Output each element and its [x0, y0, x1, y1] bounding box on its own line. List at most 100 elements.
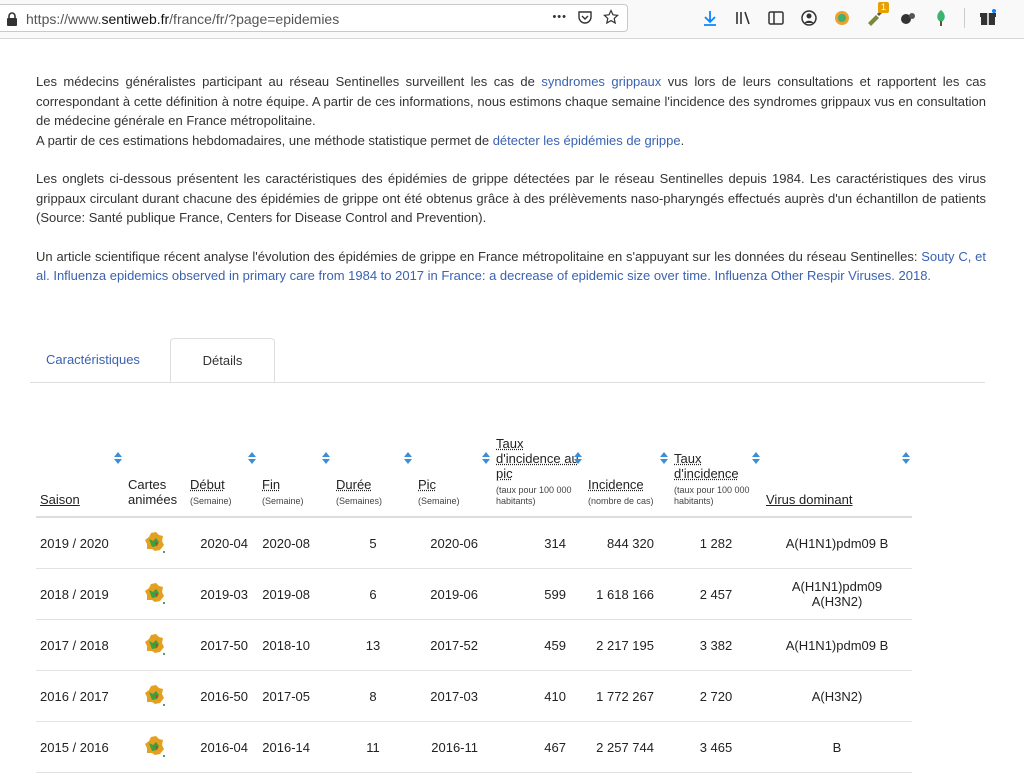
cell-debut: 2016-04 — [186, 721, 258, 773]
col-saison[interactable]: Saison — [36, 400, 124, 518]
table-row: 2018 / 2019 2019-03 2019-08 6 2019-06 599 1 61… — [36, 568, 912, 620]
col-duree[interactable]: Durée (Semaines) — [332, 400, 414, 518]
cell-virus: B — [762, 721, 912, 773]
cell-debut: 2019-03 — [186, 568, 258, 620]
sort-icon[interactable] — [660, 452, 668, 464]
cell-saison: 2018 / 2019 — [36, 568, 124, 620]
intro-text: . — [680, 132, 685, 148]
intro-text: Un article scientifique récent analyse l… — [36, 248, 922, 264]
cell-incidence: 2 217 195 — [584, 619, 670, 671]
cell-pic: 2019-06 — [414, 568, 492, 620]
table-row: 2015 / 2016 2016-04 2016-14 11 2016-11 467 2 2… — [36, 721, 912, 773]
gift-icon[interactable] — [978, 8, 998, 28]
epidemics-table: Saison Cartes animées Début (Semaine) Fin… — [36, 400, 912, 773]
france-map-icon[interactable] — [143, 683, 167, 707]
lock-icon — [7, 12, 17, 26]
col-debut-label: Début — [190, 477, 225, 492]
table-row: 2017 / 2018 2017-50 2018-10 13 2017-52 459 2 2… — [36, 619, 912, 671]
cell-duree: 11 — [332, 721, 414, 773]
sort-icon[interactable] — [114, 452, 122, 464]
col-incidence[interactable]: Incidence (nombre de cas) — [584, 400, 670, 518]
sort-icon[interactable] — [248, 452, 256, 464]
cell-duree: 13 — [332, 619, 414, 671]
cell-saison: 2016 / 2017 — [36, 670, 124, 722]
cell-pic: 2017-52 — [414, 619, 492, 671]
intro-text: A partir de ces estimations hebdomadaire… — [36, 132, 493, 148]
france-map-icon[interactable] — [143, 632, 167, 656]
partially-hidden-heading — [36, 40, 986, 72]
url-prefix: https://www. — [26, 11, 102, 27]
col-taux-pic-sub: (taux pour 100 000 habitants) — [496, 485, 572, 506]
france-map-icon[interactable] — [143, 734, 167, 758]
sort-icon[interactable] — [482, 452, 490, 464]
url-text[interactable]: https://www.sentiweb.fr/france/fr/?page=… — [26, 11, 339, 27]
extension-cat-icon[interactable] — [898, 8, 918, 28]
cell-duree: 6 — [332, 568, 414, 620]
col-virus-label: Virus dominant — [766, 492, 853, 507]
pocket-icon[interactable] — [577, 9, 593, 25]
table-row: 2019 / 2020 2020-04 2020-08 5 2020-06 314 844 … — [36, 517, 912, 569]
cell-fin: 2018-10 — [258, 619, 332, 671]
cell-incidence: 844 320 — [584, 517, 670, 569]
col-taux-pic[interactable]: Taux d'incidence au pic (taux pour 100 00… — [492, 400, 584, 518]
france-map-icon[interactable] — [143, 530, 167, 554]
tab-bar: Caractéristiques Détails — [30, 338, 985, 383]
col-pic[interactable]: Pic (Semaine) — [414, 400, 492, 518]
cell-pic: 2017-03 — [414, 670, 492, 722]
sort-icon[interactable] — [902, 452, 910, 464]
france-map-icon[interactable] — [143, 581, 167, 605]
sort-icon[interactable] — [574, 452, 582, 464]
cell-virus: A(H3N2) — [762, 670, 912, 722]
tab-caracteristiques[interactable]: Caractéristiques — [30, 338, 156, 381]
sort-icon[interactable] — [752, 452, 760, 464]
cell-fin: 2020-08 — [258, 517, 332, 569]
cell-taux: 3 382 — [670, 619, 762, 671]
intro-paragraph-3: Un article scientifique récent analyse l… — [36, 247, 986, 286]
cell-taux-pic: 410 — [492, 670, 584, 722]
intro-text: Les médecins généralistes participant au… — [36, 74, 542, 89]
col-debut-sub: (Semaine) — [190, 496, 232, 506]
cell-pic: 2016-11 — [414, 721, 492, 773]
bookmark-star-icon[interactable] — [603, 9, 619, 25]
table-row: 2016 / 2017 2016-50 2017-05 8 2017-03 410 1 77… — [36, 670, 912, 722]
extension-globe-icon[interactable] — [832, 8, 852, 28]
tab-details[interactable]: Détails — [170, 338, 275, 382]
sort-icon[interactable] — [404, 452, 412, 464]
col-fin[interactable]: Fin (Semaine) — [258, 400, 332, 518]
col-debut[interactable]: Début (Semaine) — [186, 400, 258, 518]
cell-taux-pic: 467 — [492, 721, 584, 773]
page-actions-icon[interactable]: ••• — [552, 11, 567, 23]
sort-icon[interactable] — [322, 452, 330, 464]
cell-saison: 2017 / 2018 — [36, 619, 124, 671]
cell-fin: 2017-05 — [258, 670, 332, 722]
cell-saison: 2019 / 2020 — [36, 517, 124, 569]
animated-map-cell — [124, 568, 186, 620]
col-taux[interactable]: Taux d'incidence (taux pour 100 000 habit… — [670, 400, 762, 518]
col-cartes: Cartes animées — [124, 400, 186, 518]
col-pic-sub: (Semaine) — [418, 496, 460, 506]
intro-paragraph-2: Les onglets ci-dessous présentent les ca… — [36, 171, 986, 225]
extension-tree-icon[interactable] — [931, 8, 951, 28]
sidebar-icon[interactable] — [766, 8, 786, 28]
url-bar[interactable]: https://www.sentiweb.fr/france/fr/?page=… — [0, 4, 628, 32]
download-icon[interactable] — [700, 8, 720, 28]
intro-paragraph-1: Les médecins généralistes participant au… — [36, 72, 986, 150]
detect-epidemics-link[interactable]: détecter les épidémies de grippe — [493, 133, 681, 148]
intro-content: Les médecins généralistes participant au… — [36, 40, 986, 305]
account-icon[interactable] — [799, 8, 819, 28]
col-duree-label: Durée — [336, 477, 372, 492]
browser-toolbar: https://www.sentiweb.fr/france/fr/?page=… — [0, 0, 1024, 39]
cell-pic: 2020-06 — [414, 517, 492, 569]
cell-debut: 2016-50 — [186, 670, 258, 722]
col-taux-pic-label: Taux d'incidence au pic — [496, 436, 579, 481]
library-icon[interactable] — [733, 8, 753, 28]
syndromes-grippaux-link[interactable]: syndromes grippaux — [541, 74, 661, 89]
extension-badge-icon[interactable]: 1 — [865, 2, 889, 28]
col-duree-sub: (Semaines) — [336, 496, 383, 506]
cell-incidence: 2 257 744 — [584, 721, 670, 773]
url-path: /france/fr/?page=epidemies — [169, 11, 340, 27]
cell-debut: 2017-50 — [186, 619, 258, 671]
col-virus[interactable]: Virus dominant — [762, 400, 912, 518]
cell-incidence: 1 772 267 — [584, 670, 670, 722]
cell-incidence: 1 618 166 — [584, 568, 670, 620]
